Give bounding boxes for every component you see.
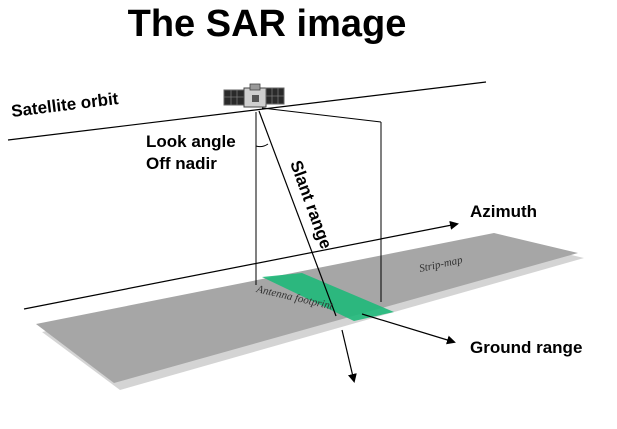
satellite-orbit-label: Satellite orbit	[10, 89, 120, 121]
look-angle-label: Look angle	[146, 132, 236, 151]
off-nadir-label: Off nadir	[146, 154, 217, 173]
ground-range-arrow	[361, 313, 456, 345]
ground-range-label: Ground range	[470, 338, 582, 357]
sar-diagram: The SAR image Satellite orbit Look angle…	[7, 3, 584, 390]
page-title: The SAR image	[128, 3, 407, 45]
satellite-icon	[223, 83, 285, 108]
look-angle-arc	[255, 143, 269, 148]
ground-strip	[36, 233, 578, 383]
azimuth-label: Azimuth	[470, 202, 537, 221]
nadir-down-arrow	[341, 329, 357, 383]
plane-top-edge	[261, 107, 382, 123]
